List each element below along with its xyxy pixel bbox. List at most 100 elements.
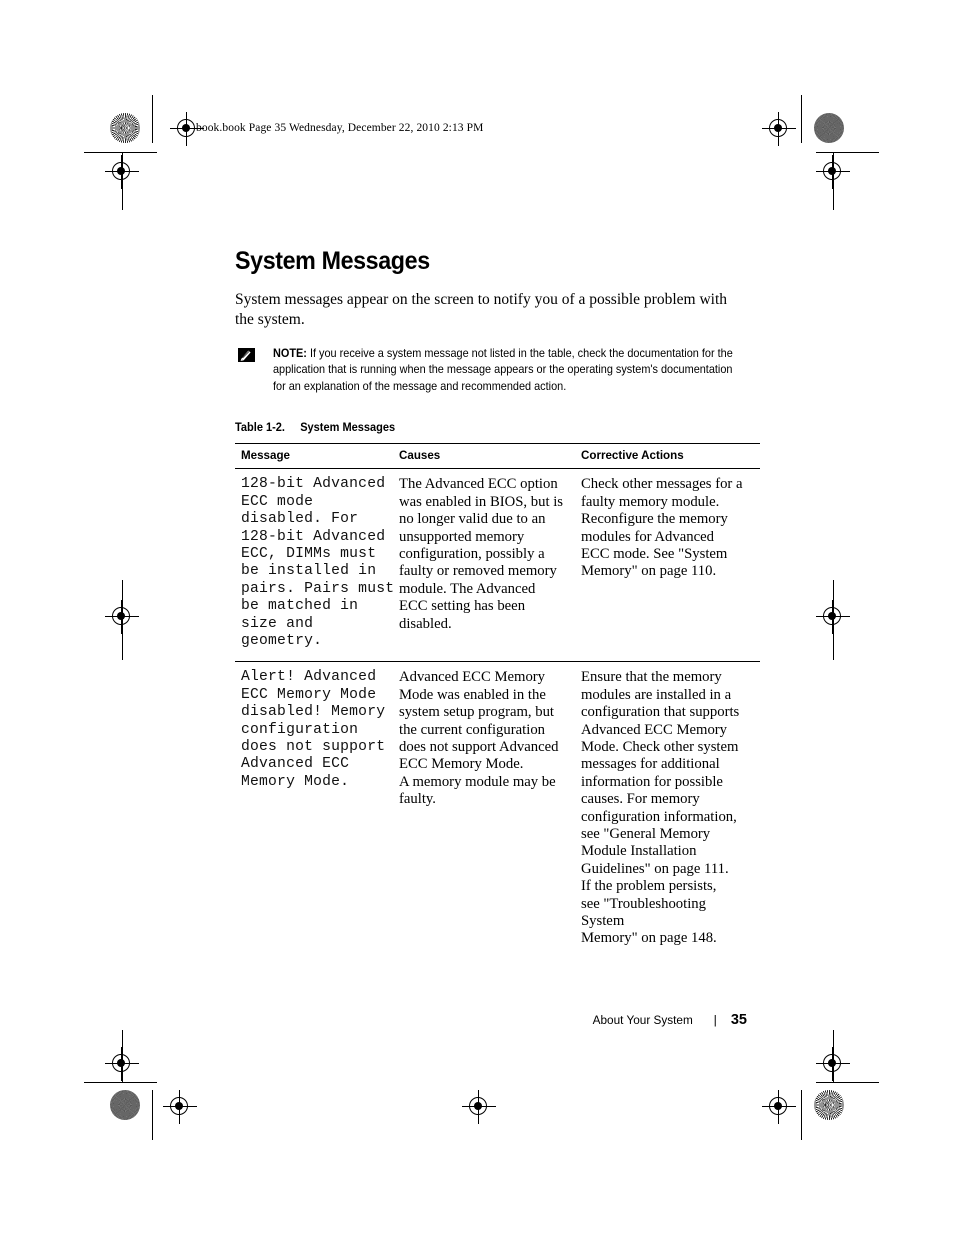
page-content: System Messages System messages appear o… [235, 247, 760, 959]
intro-paragraph: System messages appear on the screen to … [235, 290, 728, 328]
text-line: A memory module may be [399, 773, 556, 790]
text-line: 128-bit Advanced [241, 528, 386, 545]
cell-message: 128-bit Advanced ECC mode disabled. For 128… [235, 469, 395, 662]
column-header-causes: Causes [393, 443, 575, 470]
text-line: system setup program, but [399, 704, 555, 721]
note-label: NOTE: [273, 346, 307, 360]
text-line: Check other messages for a [581, 476, 743, 493]
registration-mark-mid-right [816, 600, 850, 634]
trim-line-bottom-right-vertical [801, 1090, 802, 1140]
registration-mark-right-lower [816, 1047, 850, 1081]
trim-line-right-upper-horizontal [816, 152, 879, 153]
running-header: book.book Page 35 Wednesday, December 22… [196, 122, 484, 134]
trim-line-right-lower-horizontal [816, 1082, 879, 1083]
text-line: configuration [241, 721, 359, 738]
footer-separator: | [713, 1013, 717, 1027]
table-row: Alert! Advanced ECC Memory Mode disabled! … [235, 661, 760, 959]
cell-causes: Advanced ECC Memory Mode was enabled in t… [393, 661, 575, 959]
table-caption-number: Table 1-2. [235, 421, 285, 435]
page-title: System Messages [235, 247, 430, 275]
document-page: book.book Page 35 Wednesday, December 22… [0, 0, 954, 1235]
trim-line-top-right-vertical [801, 95, 802, 143]
text-line: Memory" on page 110. [581, 563, 717, 580]
text-line: configuration, possibly a [399, 545, 545, 562]
text-line: ECC setting has been [399, 598, 526, 615]
registration-mark-bottom-center [462, 1090, 496, 1124]
table-caption: Table 1-2. System Messages [235, 421, 721, 434]
text-line: configuration information, [581, 808, 737, 825]
footer-section-title: About Your System [592, 1013, 694, 1027]
text-line: Alert! Advanced [241, 669, 377, 686]
column-header-message: Message [235, 443, 393, 470]
text-line: see "General Memory [581, 826, 711, 842]
trim-line-left-upper-horizontal [84, 152, 157, 153]
text-line: Reconfigure the memory [581, 511, 728, 528]
text-line: Guidelines" on page 111. [581, 860, 729, 877]
text-line: Ensure that the memory [581, 669, 722, 686]
registration-mark-bottom-left [163, 1090, 197, 1124]
text-line: module. The Advanced [399, 580, 536, 597]
text-line: Mode was enabled in the [399, 686, 546, 703]
text-line: see "Troubleshooting System [581, 895, 706, 930]
note-body: If you receive a system message not list… [273, 346, 733, 393]
halftone-circle-bottom-left [110, 1090, 140, 1120]
trim-line-left-lower-horizontal [84, 1082, 157, 1083]
cell-corrective-actions: Ensure that the memory modules are instal… [575, 661, 760, 959]
table-row: 128-bit Advanced ECC mode disabled. For 128… [235, 469, 760, 662]
trim-line-top-left-vertical [152, 95, 153, 143]
table-caption-title: System Messages [300, 421, 396, 435]
text-line: modules are installed in a [581, 686, 732, 703]
registration-mark-left-upper [105, 155, 139, 189]
system-messages-table: Message Causes Corrective Actions 128-bi… [235, 443, 760, 959]
text-line: Memory Mode. [241, 773, 350, 790]
text-line: The Advanced ECC option [399, 476, 558, 493]
text-line: ECC, DIMMs must [241, 545, 377, 562]
text-line: ECC Memory Mode. [399, 756, 524, 773]
text-line: does not support [241, 738, 386, 755]
text-line: faulty memory module. [581, 493, 720, 510]
text-line: Module Installation [581, 843, 697, 860]
note-callout: NOTE: If you receive a system message no… [235, 346, 747, 396]
cell-corrective-actions: Check other messages for a faulty memory … [575, 469, 760, 662]
registration-mark-right-upper [816, 155, 850, 189]
text-line: does not support Advanced [399, 738, 559, 755]
registration-mark-mid-left [105, 600, 139, 634]
table-body: 128-bit Advanced ECC mode disabled. For 128… [235, 469, 760, 959]
text-line: the current configuration [399, 721, 546, 738]
text-line: be installed in [241, 563, 377, 580]
text-line: ECC mode. See "System [581, 545, 728, 562]
cell-message: Alert! Advanced ECC Memory Mode disabled! … [235, 661, 393, 959]
text-line: information for possible [581, 773, 723, 790]
halftone-circle-bottom-right [814, 1090, 844, 1120]
text-line: be matched in [241, 598, 359, 615]
text-line: Advanced ECC Memory [399, 669, 546, 686]
table-header-row: Message Causes Corrective Actions [235, 443, 760, 470]
registration-mark-top-right [762, 112, 796, 146]
text-line: was enabled in BIOS, but is [399, 493, 563, 510]
table-header: Message Causes Corrective Actions [235, 443, 760, 470]
text-line: 128-bit Advanced [241, 476, 386, 493]
text-line: Memory" on page 148. [581, 930, 717, 947]
text-line: configuration that supports [581, 704, 740, 721]
column-header-actions: Corrective Actions [575, 443, 760, 470]
cell-causes: The Advanced ECC option was enabled in BI… [393, 469, 575, 662]
text-line: pairs. Pairs must [241, 580, 395, 597]
registration-mark-bottom-right [762, 1090, 796, 1124]
text-line: causes. For memory [581, 791, 700, 808]
registration-mark-left-lower [105, 1047, 139, 1081]
text-line: no longer valid due to an [399, 511, 546, 528]
text-line: If the problem persists, [581, 878, 717, 895]
halftone-circle-top-right [814, 113, 844, 143]
halftone-circle-top-left [110, 113, 140, 143]
text-line: faulty. [399, 791, 436, 808]
trim-line-bottom-left-vertical [152, 1090, 153, 1140]
footer-page-number: 35 [730, 1012, 747, 1028]
text-line: Advanced ECC Memory [581, 721, 728, 738]
text-line: modules for Advanced [581, 528, 714, 545]
text-line: size and [241, 615, 314, 632]
text-line: Mode. Check other system [581, 738, 739, 755]
text-line: disabled. For [241, 511, 359, 528]
text-line: messages for additional [581, 756, 720, 773]
text-line: disabled! Memory [241, 704, 386, 721]
text-line: faulty or removed memory [399, 563, 557, 580]
